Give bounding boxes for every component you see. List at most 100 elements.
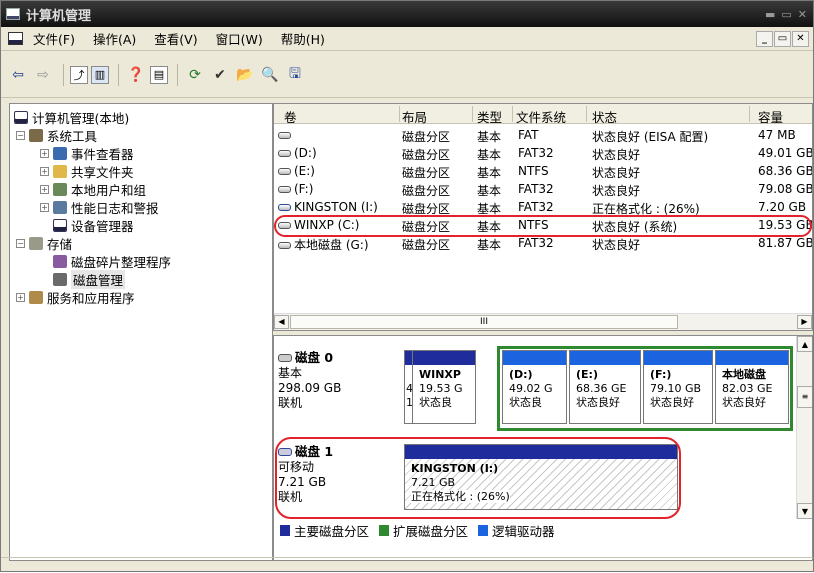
disk0-label[interactable]: 磁盘 0 基本 298.09 GB 联机 xyxy=(278,350,402,411)
title-bar[interactable]: 计算机管理 ▬ ▭ ✕ xyxy=(1,1,813,27)
tree-item-services[interactable]: + 服务和应用程序 xyxy=(16,288,135,306)
scroll-thumb[interactable]: III xyxy=(290,315,678,329)
scroll-left-icon[interactable]: ◀ xyxy=(274,315,289,329)
removable-volume-icon xyxy=(278,204,291,211)
close-icon[interactable]: ✕ xyxy=(798,8,807,21)
properties-icon[interactable]: ▤ xyxy=(150,65,168,84)
legend-label: 扩展磁盘分区 xyxy=(393,523,469,539)
tree-item-event-viewer[interactable]: + 事件查看器 xyxy=(40,144,134,162)
expand-icon[interactable]: + xyxy=(40,184,49,194)
column-divider[interactable] xyxy=(749,106,750,122)
tree-item-system-tools[interactable]: − 系统工具 xyxy=(16,126,97,144)
child-restore-button[interactable]: ▭ xyxy=(774,30,791,47)
partition-f[interactable]: (F:) 79.10 GB 状态良好 xyxy=(643,350,713,424)
col-header-status[interactable]: 状态 xyxy=(592,107,617,126)
child-minimize-button[interactable]: _ xyxy=(756,30,773,47)
search-icon[interactable]: 🔍 xyxy=(259,64,281,86)
console-icon[interactable] xyxy=(8,32,23,45)
up-level-icon[interactable]: ⤴ xyxy=(70,65,88,84)
cell-type: 基本 xyxy=(477,130,502,144)
tree-item-shared-folders[interactable]: + 共享文件夹 xyxy=(40,162,134,180)
cell-capacity: 79.08 GB xyxy=(758,182,813,196)
col-header-type[interactable]: 类型 xyxy=(477,107,502,126)
open-folder-icon[interactable]: 📂 xyxy=(234,64,256,86)
logical-bar xyxy=(644,351,712,365)
cell-layout: 磁盘分区 xyxy=(402,130,451,144)
tree-label: 事件查看器 xyxy=(71,146,134,162)
expand-icon[interactable]: + xyxy=(40,202,49,212)
table-row[interactable]: (F:) 磁盘分区 基本 FAT32 状态良好 79.08 GB xyxy=(274,180,813,198)
collapse-icon[interactable]: − xyxy=(16,238,25,248)
tree-label: 服务和应用程序 xyxy=(47,290,135,306)
collapse-icon[interactable]: − xyxy=(16,130,25,140)
horizontal-scrollbar[interactable]: ◀ III ▶ xyxy=(274,313,812,330)
tree-item-storage[interactable]: − 存储 xyxy=(16,234,72,252)
volume-name: (F:) xyxy=(294,182,314,196)
scroll-thumb[interactable]: ≡ xyxy=(797,386,812,408)
partition-winxp-c[interactable]: WINXP 19.53 G 状态良 xyxy=(412,350,476,424)
tree-item-local-users[interactable]: + 本地用户和组 xyxy=(40,180,146,198)
table-row[interactable]: 磁盘分区 基本 FAT 状态良好 (EISA 配置) 47 MB xyxy=(274,126,812,144)
tree-item-device-manager[interactable]: 设备管理器 xyxy=(53,216,134,234)
col-header-filesystem[interactable]: 文件系统 xyxy=(516,107,566,126)
scroll-right-icon[interactable]: ▶ xyxy=(797,315,812,329)
defrag-icon xyxy=(53,254,67,268)
partition-g[interactable]: 本地磁盘 82.03 GE 状态良好 xyxy=(715,350,789,424)
maximize-icon[interactable]: ▭ xyxy=(781,8,791,21)
cell-filesystem: FAT32 xyxy=(518,182,554,196)
menu-window[interactable]: 窗口(W) xyxy=(216,29,263,48)
window-title: 计算机管理 xyxy=(26,8,92,24)
scroll-up-icon[interactable]: ▲ xyxy=(797,336,812,352)
partition-name: WINXP xyxy=(419,368,461,381)
tree-item-perf-logs[interactable]: + 性能日志和警报 xyxy=(40,198,159,216)
tree-item-root[interactable]: 计算机管理(本地) xyxy=(14,108,129,126)
disk-icon[interactable]: 🖫 xyxy=(284,64,306,86)
check-icon[interactable]: ✔ xyxy=(209,64,231,86)
volume-icon xyxy=(278,186,291,193)
expand-icon[interactable]: + xyxy=(40,166,49,176)
menu-action[interactable]: 操作(A) xyxy=(93,29,136,48)
vertical-scrollbar[interactable]: ▲ ≡ ▼ xyxy=(796,336,812,519)
column-divider[interactable] xyxy=(586,106,587,122)
table-row[interactable]: KINGSTON (I:) 磁盘分区 基本 FAT32 正在格式化 : (26%… xyxy=(274,198,812,216)
scroll-down-icon[interactable]: ▼ xyxy=(797,503,812,519)
table-row[interactable]: (E:) 磁盘分区 基本 NTFS 状态良好 68.36 GB xyxy=(274,162,812,180)
help-icon[interactable]: ❓ xyxy=(125,64,147,86)
partition-eisa[interactable]: 41 xyxy=(404,350,412,424)
tree-item-disk-management[interactable]: 磁盘管理 xyxy=(53,269,126,289)
minimize-icon[interactable]: ▬ xyxy=(765,8,775,21)
volume-name: KINGSTON (I:) xyxy=(294,200,378,214)
window-controls: ▬ ▭ ✕ xyxy=(765,8,807,21)
cell-capacity: 49.01 GB xyxy=(758,146,813,160)
tree-label: 系统工具 xyxy=(47,128,98,144)
col-header-layout[interactable]: 布局 xyxy=(402,107,427,126)
column-divider[interactable] xyxy=(399,106,400,122)
expand-icon[interactable]: + xyxy=(16,292,25,302)
status-bar xyxy=(1,557,813,573)
refresh-icon[interactable]: ⟳ xyxy=(184,64,206,86)
cell-filesystem: FAT32 xyxy=(518,200,554,214)
partition-e[interactable]: (E:) 68.36 GE 状态良好 xyxy=(569,350,641,424)
col-header-capacity[interactable]: 容量 xyxy=(758,107,783,126)
cell-filesystem: FAT32 xyxy=(518,146,554,160)
tree-item-defrag[interactable]: 磁盘碎片整理程序 xyxy=(53,252,171,270)
back-arrow-icon[interactable]: ⇦ xyxy=(7,64,29,86)
partition-status: 状态良 xyxy=(509,396,542,409)
table-row[interactable]: (D:) 磁盘分区 基本 FAT32 状态良好 49.01 GB xyxy=(274,144,813,162)
forward-arrow-icon[interactable]: ⇨ xyxy=(32,64,54,86)
menu-file[interactable]: 文件(F) xyxy=(33,29,75,48)
cell-layout: 磁盘分区 xyxy=(402,184,451,198)
cell-layout: 磁盘分区 xyxy=(402,238,451,252)
cell-layout: 磁盘分区 xyxy=(402,166,451,180)
column-divider[interactable] xyxy=(472,106,473,122)
show-hide-tree-icon[interactable]: ▥ xyxy=(91,65,109,84)
tree-label: 存储 xyxy=(47,236,73,252)
partition-d[interactable]: (D:) 49.02 G 状态良 xyxy=(502,350,567,424)
menu-help[interactable]: 帮助(H) xyxy=(281,29,325,48)
menu-view[interactable]: 查看(V) xyxy=(154,29,197,48)
toolbar-separator xyxy=(118,63,119,86)
column-divider[interactable] xyxy=(512,106,513,122)
expand-icon[interactable]: + xyxy=(40,148,49,158)
col-header-volume[interactable]: 卷 xyxy=(284,107,297,126)
child-close-button[interactable]: ✕ xyxy=(792,30,809,47)
